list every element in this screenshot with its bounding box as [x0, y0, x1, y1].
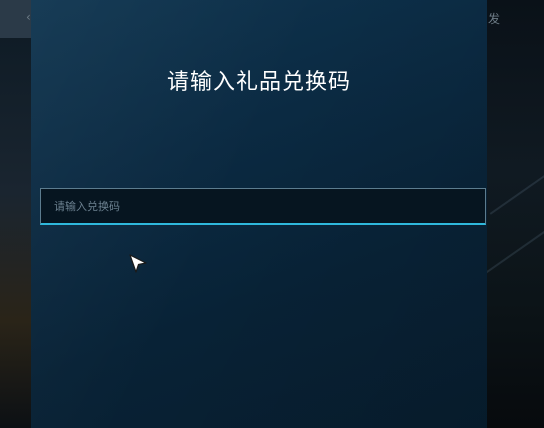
background-stripe	[483, 227, 544, 275]
background-right-edge	[483, 0, 544, 428]
screen: ‹ 发 请输入礼品兑换码	[0, 0, 544, 428]
gift-code-dialog: 请输入礼品兑换码	[31, 0, 487, 428]
dialog-title: 请输入礼品兑换码	[166, 70, 351, 95]
background-right-label: 发	[488, 12, 501, 26]
background-left-edge	[0, 0, 31, 428]
mouse-pointer-icon	[129, 254, 147, 273]
background-stripe	[489, 167, 544, 215]
redeem-code-input[interactable]	[40, 188, 486, 225]
